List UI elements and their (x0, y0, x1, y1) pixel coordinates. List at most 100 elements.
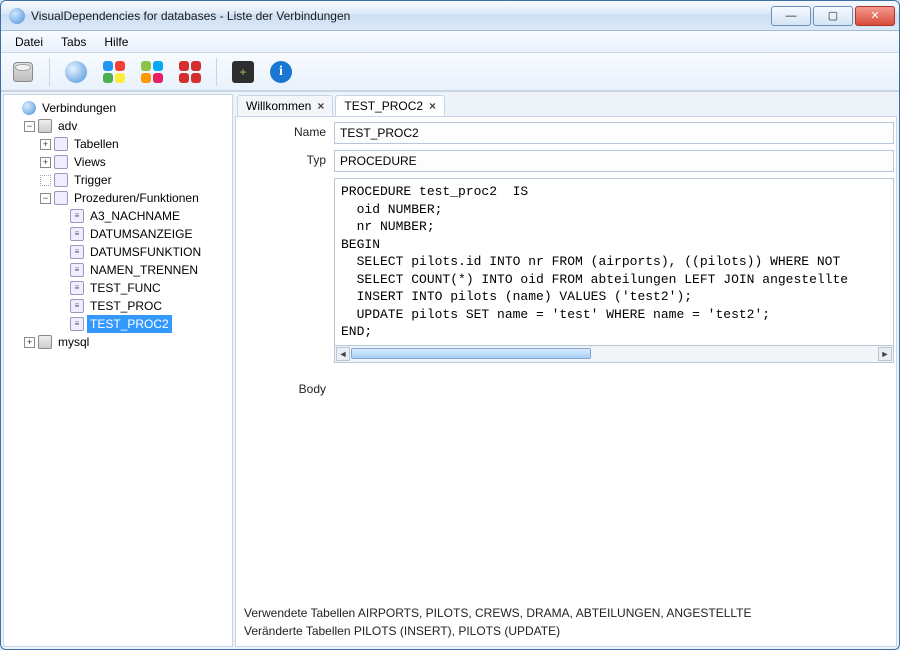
toolbar-console[interactable]: + (227, 56, 259, 88)
tree-proc-label: A3_NACHNAME (87, 207, 183, 225)
globe-icon (65, 61, 87, 83)
database-icon (38, 119, 52, 133)
summary-changed-value: PILOTS (INSERT), PILOTS (UPDATE) (354, 624, 560, 638)
spacer (56, 301, 67, 312)
proc-icon: ≡ (70, 245, 84, 259)
field-typ[interactable]: PROCEDURE (334, 150, 894, 172)
spacer (56, 229, 67, 240)
tree-procs[interactable]: − Prozeduren/Funktionen (40, 189, 230, 207)
main-pane: Willkommen × TEST_PROC2 × Name TEST_PROC… (235, 94, 897, 647)
database-icon (38, 335, 52, 349)
spacer (56, 211, 67, 222)
tree-proc-label: TEST_PROC (87, 297, 165, 315)
tree-root[interactable]: Verbindungen (8, 99, 230, 117)
row-name: Name TEST_PROC2 (238, 122, 894, 144)
scroll-thumb[interactable] (351, 348, 591, 359)
expand-empty-icon[interactable] (40, 175, 51, 186)
editor-tabs: Willkommen × TEST_PROC2 × (235, 94, 897, 116)
tree-proc-label: DATUMSFUNKTION (87, 243, 204, 261)
tree-db-mysql[interactable]: + mysql (24, 333, 230, 351)
collapse-icon[interactable]: − (24, 121, 35, 132)
proc-icon: ≡ (70, 281, 84, 295)
tree-proc-label: TEST_FUNC (87, 279, 164, 297)
app-icon (9, 8, 25, 24)
spacer (56, 283, 67, 294)
maximize-button[interactable]: ▢ (813, 6, 853, 26)
tree-proc-item[interactable]: ≡DATUMSANZEIGE (56, 225, 230, 243)
proc-icon: ≡ (70, 209, 84, 223)
tab-close-icon[interactable]: × (429, 99, 436, 113)
summary-used-value: AIRPORTS, PILOTS, CREWS, DRAMA, ABTEILUN… (358, 606, 752, 620)
menu-hilfe[interactable]: Hilfe (96, 33, 136, 51)
info-icon: i (270, 61, 292, 83)
toolbar-globe[interactable] (60, 56, 92, 88)
summary-used-label: Verwendete Tabellen (244, 606, 355, 620)
field-name[interactable]: TEST_PROC2 (334, 122, 894, 144)
spacer (56, 265, 67, 276)
tab-label: Willkommen (246, 99, 311, 113)
editor-content: Name TEST_PROC2 Typ PROCEDURE Body PROCE… (235, 116, 897, 647)
row-body: Body PROCEDURE test_proc2 IS oid NUMBER;… (238, 178, 894, 597)
scroll-right-icon[interactable]: ► (878, 347, 892, 361)
tree-proc-label: NAMEN_TRENNEN (87, 261, 201, 279)
proc-icon: ≡ (70, 227, 84, 241)
connection-tree[interactable]: Verbindungen − adv + (3, 94, 233, 647)
summary-changed: Veränderte Tabellen PILOTS (INSERT), PIL… (244, 622, 888, 640)
toolbar-new-connection[interactable] (7, 56, 39, 88)
tree-trigger[interactable]: Trigger (40, 171, 230, 189)
proc-icon: ≡ (70, 317, 84, 331)
scroll-left-icon[interactable]: ◄ (336, 347, 350, 361)
folder-icon (54, 173, 68, 187)
client-area: Verbindungen − adv + (1, 91, 899, 649)
tree-proc-item[interactable]: ≡TEST_PROC (56, 297, 230, 315)
minimize-button[interactable]: — (771, 6, 811, 26)
tree-proc-item[interactable]: ≡DATUMSFUNKTION (56, 243, 230, 261)
folder-icon (54, 155, 68, 169)
toolbar-view-1[interactable] (98, 56, 130, 88)
summary-used: Verwendete Tabellen AIRPORTS, PILOTS, CR… (244, 604, 888, 622)
tab-label: TEST_PROC2 (344, 99, 423, 113)
spacer (8, 103, 19, 114)
tree-db-adv[interactable]: − adv (24, 117, 230, 135)
menu-tabs[interactable]: Tabs (53, 33, 94, 51)
tab-willkommen[interactable]: Willkommen × (237, 95, 333, 116)
titlebar[interactable]: VisualDependencies for databases - Liste… (1, 1, 899, 31)
app-window: VisualDependencies for databases - Liste… (0, 0, 900, 650)
tree-tables-label: Tabellen (71, 135, 122, 153)
tab-close-icon[interactable]: × (317, 99, 324, 113)
tree-proc-label: TEST_PROC2 (87, 315, 172, 333)
close-button[interactable]: ✕ (855, 6, 895, 26)
toolbar-view-3[interactable] (174, 56, 206, 88)
tree-views[interactable]: + Views (40, 153, 230, 171)
tree-tables[interactable]: + Tabellen (40, 135, 230, 153)
toolbar-view-2[interactable] (136, 56, 168, 88)
tree-proc-item[interactable]: ≡TEST_FUNC (56, 279, 230, 297)
expand-icon[interactable]: + (40, 157, 51, 168)
tree-proc-label: DATUMSANZEIGE (87, 225, 195, 243)
globe-icon (22, 101, 36, 115)
tree-views-label: Views (71, 153, 109, 171)
window-controls: — ▢ ✕ (771, 6, 895, 26)
collapse-icon[interactable]: − (40, 193, 51, 204)
menu-datei[interactable]: Datei (7, 33, 51, 51)
grid-red-icon (179, 61, 201, 83)
window-title: VisualDependencies for databases - Liste… (31, 9, 771, 23)
field-body[interactable]: PROCEDURE test_proc2 IS oid NUMBER; nr N… (334, 178, 894, 346)
label-name: Name (238, 122, 334, 139)
row-typ: Typ PROCEDURE (238, 150, 894, 172)
tab-testproc2[interactable]: TEST_PROC2 × (335, 95, 445, 116)
toolbar-info[interactable]: i (265, 56, 297, 88)
toolbar-separator (216, 58, 217, 86)
menubar: Datei Tabs Hilfe (1, 31, 899, 53)
proc-icon: ≡ (70, 299, 84, 313)
horizontal-scrollbar[interactable]: ◄ ► (334, 346, 894, 363)
tree-db-label: adv (55, 117, 80, 135)
expand-icon[interactable]: + (40, 139, 51, 150)
tree-proc-item[interactable]: ≡A3_NACHNAME (56, 207, 230, 225)
expand-icon[interactable]: + (24, 337, 35, 348)
tree-trigger-label: Trigger (71, 171, 115, 189)
spacer (56, 319, 67, 330)
tree-proc-item[interactable]: ≡NAMEN_TRENNEN (56, 261, 230, 279)
tree-proc-item-selected[interactable]: ≡TEST_PROC2 (56, 315, 230, 333)
grid-colorful-icon (103, 61, 125, 83)
